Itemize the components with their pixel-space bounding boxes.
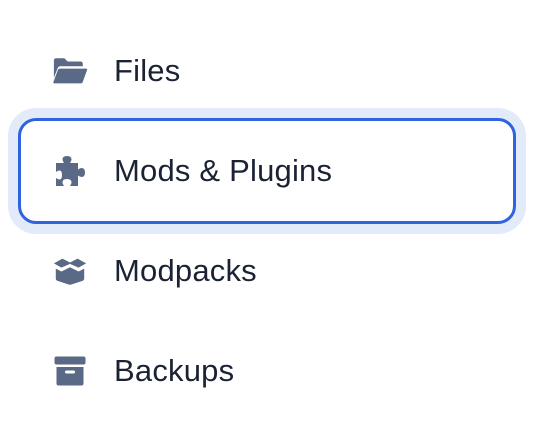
box-open-icon xyxy=(52,253,88,289)
menu-item-mods-plugins[interactable]: Mods & Plugins xyxy=(8,108,526,234)
archive-box-icon xyxy=(52,353,88,389)
menu-item-label: Mods & Plugins xyxy=(114,153,333,188)
menu-item-label: Files xyxy=(114,53,181,88)
menu-item-label: Modpacks xyxy=(114,253,257,288)
menu-item-files[interactable]: Files xyxy=(20,21,514,121)
folder-open-icon xyxy=(52,53,88,89)
sidebar-menu: Files Mods & Plugins Modpacks Backups xyxy=(0,0,534,440)
puzzle-piece-icon xyxy=(52,153,88,189)
menu-item-modpacks[interactable]: Modpacks xyxy=(20,221,514,321)
menu-item-label: Backups xyxy=(114,353,235,388)
menu-item-backups[interactable]: Backups xyxy=(20,321,514,421)
